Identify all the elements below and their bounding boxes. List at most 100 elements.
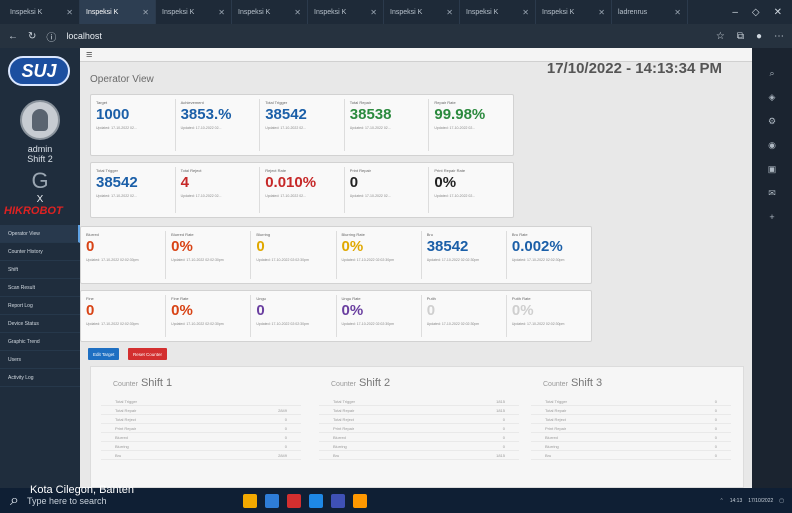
close-window-icon[interactable]: ✕: [774, 7, 782, 18]
shopping-icon[interactable]: ◈: [769, 92, 776, 103]
search-icon[interactable]: ⌕: [769, 68, 774, 79]
avatar: [20, 100, 60, 140]
table-row: Bru 0: [531, 451, 731, 460]
games-icon[interactable]: ◉: [768, 140, 776, 151]
sidebar-item-counter-history[interactable]: Counter History: [0, 243, 80, 261]
g-logo-icon: G: [31, 168, 49, 193]
counter-shift-2: Counter Shift 2 Total Trigger 1815 Total …: [319, 367, 519, 460]
table-row: Print Repair 0: [531, 424, 731, 433]
notification-icon[interactable]: ▢: [779, 498, 784, 504]
stat-ungu-rate: Ungu Rate 0% Updated: 17-10-2022 02:02:30p…: [341, 296, 395, 326]
hamburger-icon[interactable]: ≡: [86, 49, 92, 61]
minimize-icon[interactable]: –: [732, 7, 738, 18]
stat-blurring: Blurring 0 Updated: 17-10-2022 02:02:30pm: [256, 232, 309, 262]
collections-icon[interactable]: ⧉: [737, 31, 744, 42]
date[interactable]: 17/10/2022: [748, 498, 773, 504]
datetime-clock: 17/10/2022 - 14:13:34 PM: [546, 60, 722, 77]
stat-achievement: Achievement 3853.% Updated: 17-10-2022 02.…: [180, 100, 232, 130]
browser-tab[interactable]: Inspeksi K ✕: [384, 0, 460, 24]
browser-tab-active[interactable]: Inspeksi K ✕: [80, 0, 156, 24]
url-field[interactable]: localhost: [66, 31, 102, 41]
summary-card: Target 1000 Updated: 17-10-2022 02... Achi…: [90, 94, 514, 156]
network-icon[interactable]: ⌃: [720, 498, 724, 504]
close-icon[interactable]: ✕: [446, 8, 453, 17]
browser-tab[interactable]: Inspeksi K ✕: [4, 0, 80, 24]
sidebar-item-report-log[interactable]: Report Log: [0, 297, 80, 315]
browser-tab[interactable]: ladrenrus ✕: [612, 0, 688, 24]
close-icon[interactable]: ✕: [218, 8, 225, 17]
stat-repair-rate: Repair Rate 99.98% Updated: 17-10-2022 02.…: [434, 100, 486, 130]
table-row: Bru 2849: [101, 451, 301, 460]
start-search-icon[interactable]: ⌕: [10, 492, 19, 510]
favorite-icon[interactable]: ☆: [716, 31, 725, 42]
sidebar-close[interactable]: X: [0, 194, 80, 205]
page-title: Operator View: [90, 74, 154, 85]
stat-total-repair: Total Repair 38538 Updated: 17-10-2022 02.…: [349, 100, 392, 130]
browser-tab[interactable]: Inspeksi K ✕: [232, 0, 308, 24]
logo: SUJ: [8, 56, 70, 86]
sidebar-item-scan-result[interactable]: Scan Result: [0, 279, 80, 297]
stat-fine-rate: Fine Rate 0% Updated: 17-10-2022 02:02:30p…: [171, 296, 224, 326]
stat-bru: Bru 38542 Updated: 17-10-2022 02:02:30pm: [426, 232, 480, 262]
stat-total-trigger-2: Total Trigger 38542 Updated: 17-10-2022 02…: [96, 168, 138, 198]
reject-card: Total Trigger 38542 Updated: 17-10-2022 02…: [90, 162, 514, 218]
reset-counter-button[interactable]: Reset Counter: [128, 348, 168, 360]
table-row: Total Repair 1815: [319, 406, 519, 415]
table-row: Blurring 0: [101, 442, 301, 451]
back-icon[interactable]: ←: [8, 31, 18, 42]
browser-tab[interactable]: Inspeksi K ✕: [536, 0, 612, 24]
sidebar-item-graphic-trend[interactable]: Graphic Trend: [0, 333, 80, 351]
close-icon[interactable]: ✕: [66, 8, 73, 17]
table-row: Total Reject 0: [101, 415, 301, 424]
browser-side-rail: ⌕ ◈ ⚙ ◉ ▣ ✉ +: [752, 48, 792, 488]
close-icon[interactable]: ✕: [142, 8, 149, 17]
table-row: Blurred 0: [531, 433, 731, 442]
app-icon[interactable]: [286, 493, 301, 508]
table-row: Total Trigger: [101, 397, 301, 406]
add-icon[interactable]: +: [769, 212, 774, 222]
time[interactable]: 14:13: [730, 498, 743, 504]
outlook-icon[interactable]: ✉: [768, 188, 776, 199]
system-tray: ⌃ 14:13 17/10/2022 ▢: [720, 498, 792, 504]
counter-title: Counter Shift 1: [113, 377, 173, 389]
browser-tab[interactable]: Inspeksi K ✕: [308, 0, 384, 24]
reload-icon[interactable]: ↻: [28, 31, 36, 42]
edit-target-button[interactable]: Edit Target: [88, 348, 120, 360]
store-icon[interactable]: [330, 493, 345, 508]
table-row: Total Reject 0: [319, 415, 519, 424]
stat-blurred: Blurred 0 Updated: 17-10-2022 02:02:30pm: [86, 232, 139, 262]
table-row: Total Trigger 0: [531, 397, 731, 406]
counter-shift-1: Counter Shift 1 Total Trigger Total Repa…: [101, 367, 301, 460]
table-row: Blurring 0: [319, 442, 519, 451]
defect-card-1: Blurred 0 Updated: 17-10-2022 02:02:30pm B…: [80, 226, 592, 284]
sidebar-item-users[interactable]: Users: [0, 351, 80, 369]
stat-fine: Fine 0 Updated: 17-10-2022 02:02:30pm: [86, 296, 139, 326]
taskbar-search-input[interactable]: Type here to search: [27, 496, 107, 506]
info-icon: ⓘ: [46, 32, 57, 44]
sidebar-item-device-status[interactable]: Device Status: [0, 315, 80, 333]
sidebar-item-shift[interactable]: Shift: [0, 261, 80, 279]
folder-icon[interactable]: [352, 493, 367, 508]
close-icon[interactable]: ✕: [598, 8, 605, 17]
close-icon[interactable]: ✕: [294, 8, 301, 17]
mail-icon[interactable]: [308, 493, 323, 508]
browser-tab[interactable]: Inspeksi K ✕: [460, 0, 536, 24]
sidebar-menu: Operator View Counter History Shift Scan…: [0, 225, 80, 387]
maximize-icon[interactable]: ◇: [752, 7, 760, 18]
table-row: Print Repair 0: [319, 424, 519, 433]
close-icon[interactable]: ✕: [674, 8, 681, 17]
office-icon[interactable]: ▣: [768, 164, 777, 175]
edge-icon[interactable]: [264, 493, 279, 508]
profile-icon[interactable]: ●: [756, 31, 762, 42]
address-bar: ← ↻ ⓘ localhost ☆ ⧉ ● ⋯: [0, 24, 792, 48]
sidebar-item-operator-view[interactable]: Operator View: [0, 225, 80, 243]
tools-icon[interactable]: ⚙: [768, 116, 776, 127]
sidebar-item-activity-log[interactable]: Activity Log: [0, 369, 80, 387]
file-explorer-icon[interactable]: [242, 493, 257, 508]
close-icon[interactable]: ✕: [370, 8, 377, 17]
stat-bru-rate: Bru Rate 0.002% Updated: 17-10-2022 02:02:…: [511, 232, 565, 262]
more-icon[interactable]: ⋯: [774, 31, 784, 42]
close-icon[interactable]: ✕: [522, 8, 529, 17]
browser-tab[interactable]: Inspeksi K ✕: [156, 0, 232, 24]
shift-counters: Counter Shift 1 Total Trigger Total Repa…: [90, 366, 744, 488]
